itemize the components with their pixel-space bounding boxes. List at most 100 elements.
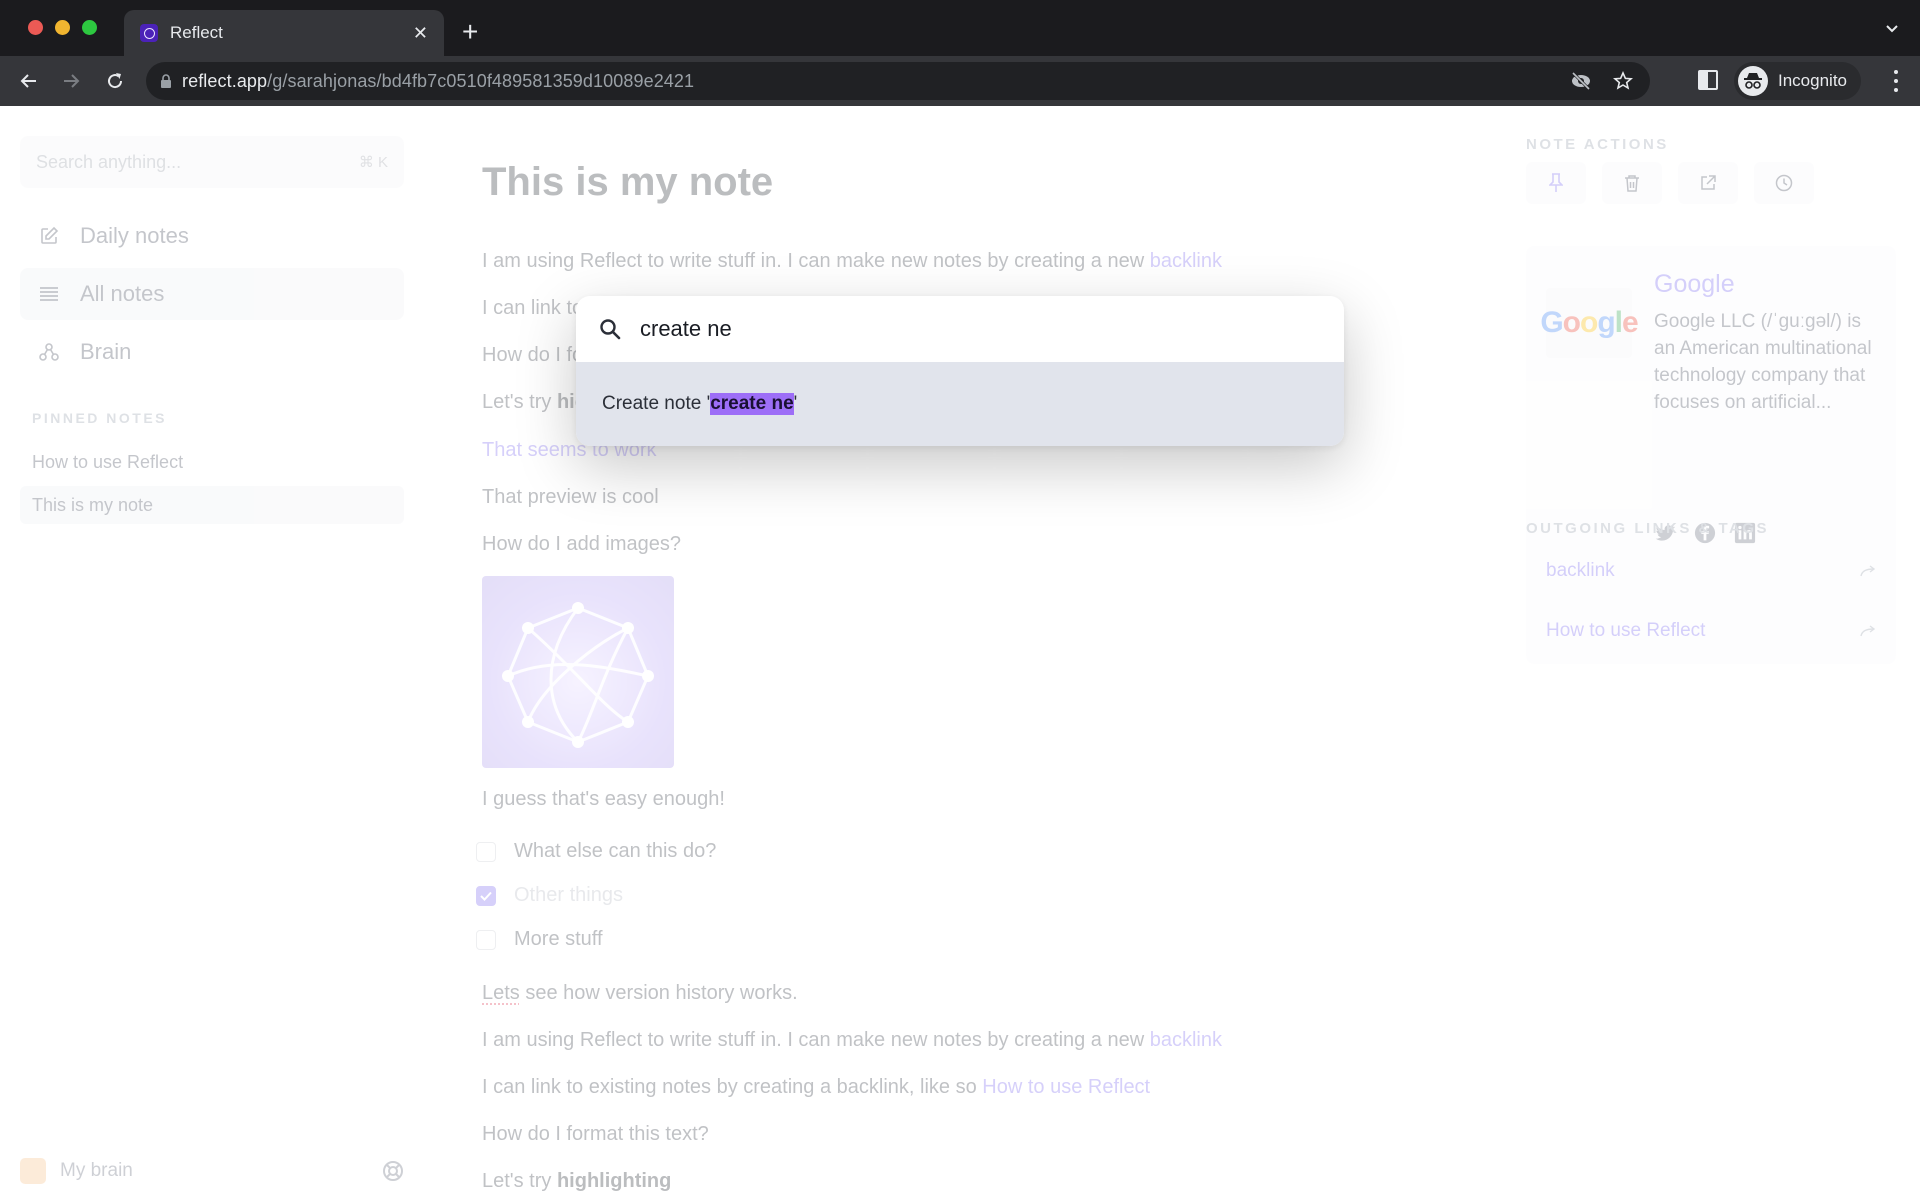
todo-item: What else can this do? [476,840,716,863]
back-button[interactable] [16,68,42,94]
tracking-protection-eye-off-icon[interactable] [1568,68,1594,94]
create-note-option[interactable]: Create note ' create ne ' [576,362,1344,446]
todo-checkbox-checked[interactable] [476,885,496,906]
maximize-window-button[interactable] [82,20,97,35]
note-paragraph[interactable]: I am using Reflect to write stuff in. I … [482,250,1222,273]
tab-strip: Reflect ✕ + [0,0,1920,56]
reload-button[interactable] [102,68,128,94]
note-paragraph[interactable]: Let's try highlighting [482,1170,671,1193]
sidebar-item-all-notes[interactable]: All notes [20,268,404,320]
network-graph-illustration [502,602,654,748]
browser-tab[interactable]: Reflect ✕ [124,10,444,56]
delete-note-button[interactable] [1602,162,1662,204]
arrow-right-icon [64,74,80,88]
reload-icon [108,73,123,89]
browser-toolbar: reflect.app/g/sarahjonas/bd4fb7c0510f489… [0,56,1920,106]
note-paragraph[interactable]: I guess that's easy enough! [482,788,725,811]
search-shortcut: ⌘ K [358,154,388,171]
arrow-left-icon [20,74,36,88]
profile-label: Incognito [1778,71,1847,90]
todo-label[interactable]: More stuff [514,928,603,951]
brain-switcher[interactable]: My brain [60,1160,382,1182]
open-external-button[interactable] [1678,162,1738,204]
note-actions-heading: NOTE ACTIONS [1526,136,1669,153]
forward-arrow-icon [1860,565,1876,577]
version-history-button[interactable] [1754,162,1814,204]
sidebar-item-brain[interactable]: Brain [20,326,404,378]
incognito-icon [1738,66,1768,96]
tab-title: Reflect [170,23,223,42]
backlink[interactable]: backlink [1150,250,1222,272]
search-icon [600,319,621,340]
palette-search-row [576,296,1344,362]
todo-checkbox[interactable] [476,841,496,862]
sidebar-item-label: Brain [80,339,132,364]
preview-description: Google LLC (/ˈɡuːɡəl/) is an American mu… [1654,311,1872,413]
backlink[interactable]: How to use Reflect [982,1076,1150,1098]
external-link-icon [1701,175,1716,190]
sidebar-item-daily-notes[interactable]: Daily notes [20,210,404,262]
reflect-app: Search anything... ⌘ K Daily notes All n… [0,106,1920,1200]
trash-icon [1625,175,1639,192]
google-logo: Google [1540,288,1639,358]
network-sphere-image[interactable] [482,576,674,768]
pinned-note-item[interactable]: This is my note [20,486,404,524]
incognito-profile-button[interactable]: Incognito [1734,62,1861,100]
forward-arrow-icon [1860,625,1876,637]
browser-chrome: Reflect ✕ + reflect.app/g/sarahjonas/bd4… [0,0,1920,106]
sidebar-item-label: Daily notes [80,223,189,248]
edit-icon [38,225,60,247]
pin-icon [1549,173,1563,192]
tab-search-chevron-icon[interactable] [1886,22,1898,34]
minimize-window-button[interactable] [55,20,70,35]
link-preview-card[interactable]: Google Google Google LLC (/ˈɡuːɡəl/) is … [1526,246,1896,596]
note-paragraph[interactable]: I can link to existing notes by creating… [482,1076,1150,1099]
query-highlight: create ne [710,393,794,415]
outgoing-link[interactable]: How to use Reflect [1546,620,1876,642]
sidebar-search-input[interactable]: Search anything... ⌘ K [20,136,404,188]
command-palette: Create note 'create ne' [576,296,1344,446]
close-window-button[interactable] [28,20,43,35]
pinned-note-item[interactable]: How to use Reflect [20,443,404,481]
pin-note-button[interactable] [1526,162,1586,204]
backlink[interactable]: backlink [1150,1029,1222,1051]
todo-item: Other things [476,884,623,907]
note-title[interactable]: This is my note [482,160,773,205]
palette-results: Create note ' create ne ' [576,362,1344,446]
note-paragraph[interactable]: How do I add images? [482,533,681,556]
bookmark-star-icon[interactable] [1610,68,1636,94]
note-paragraph[interactable]: Lets see how version history works. [482,982,798,1005]
help-lifebuoy-icon[interactable] [382,1160,404,1182]
pinned-notes-heading: PINNED NOTES [32,410,168,426]
brain-avatar [20,1158,46,1184]
graph-icon [38,341,60,363]
sidebar-item-label: All notes [80,281,165,306]
history-clock-icon [1775,174,1793,192]
note-paragraph[interactable]: That preview is cool [482,486,659,509]
close-tab-icon[interactable]: ✕ [413,23,428,44]
forward-button[interactable] [58,68,84,94]
preview-title[interactable]: Google [1654,270,1735,299]
list-icon [38,283,60,305]
url-text[interactable]: reflect.app/g/sarahjonas/bd4fb7c0510f489… [182,71,1552,92]
new-tab-button[interactable]: + [462,18,478,46]
todo-label[interactable]: What else can this do? [514,840,716,863]
checkmark-icon [480,891,492,901]
palette-search-input[interactable] [640,316,1280,342]
sidebar-footer: My brain [20,1156,404,1186]
note-paragraph[interactable]: I am using Reflect to write stuff in. I … [482,1029,1222,1052]
note-paragraph[interactable]: How do I format this text? [482,1123,709,1146]
lock-icon [161,74,171,88]
todo-checkbox[interactable] [476,929,496,950]
reflect-favicon-icon [140,24,158,42]
search-placeholder: Search anything... [36,151,182,172]
todo-item: More stuff [476,928,603,951]
outgoing-links-card: backlink How to use Reflect [1526,546,1896,664]
outgoing-link[interactable]: backlink [1546,560,1876,582]
todo-label[interactable]: Other things [514,884,623,907]
sidebar: Search anything... ⌘ K Daily notes All n… [0,106,420,1200]
browser-menu-icon[interactable] [1892,70,1900,92]
misspelled-word[interactable]: Lets [482,982,520,1004]
side-panel-toggle-icon[interactable] [1698,70,1718,90]
address-bar[interactable]: reflect.app/g/sarahjonas/bd4fb7c0510f489… [146,62,1650,100]
